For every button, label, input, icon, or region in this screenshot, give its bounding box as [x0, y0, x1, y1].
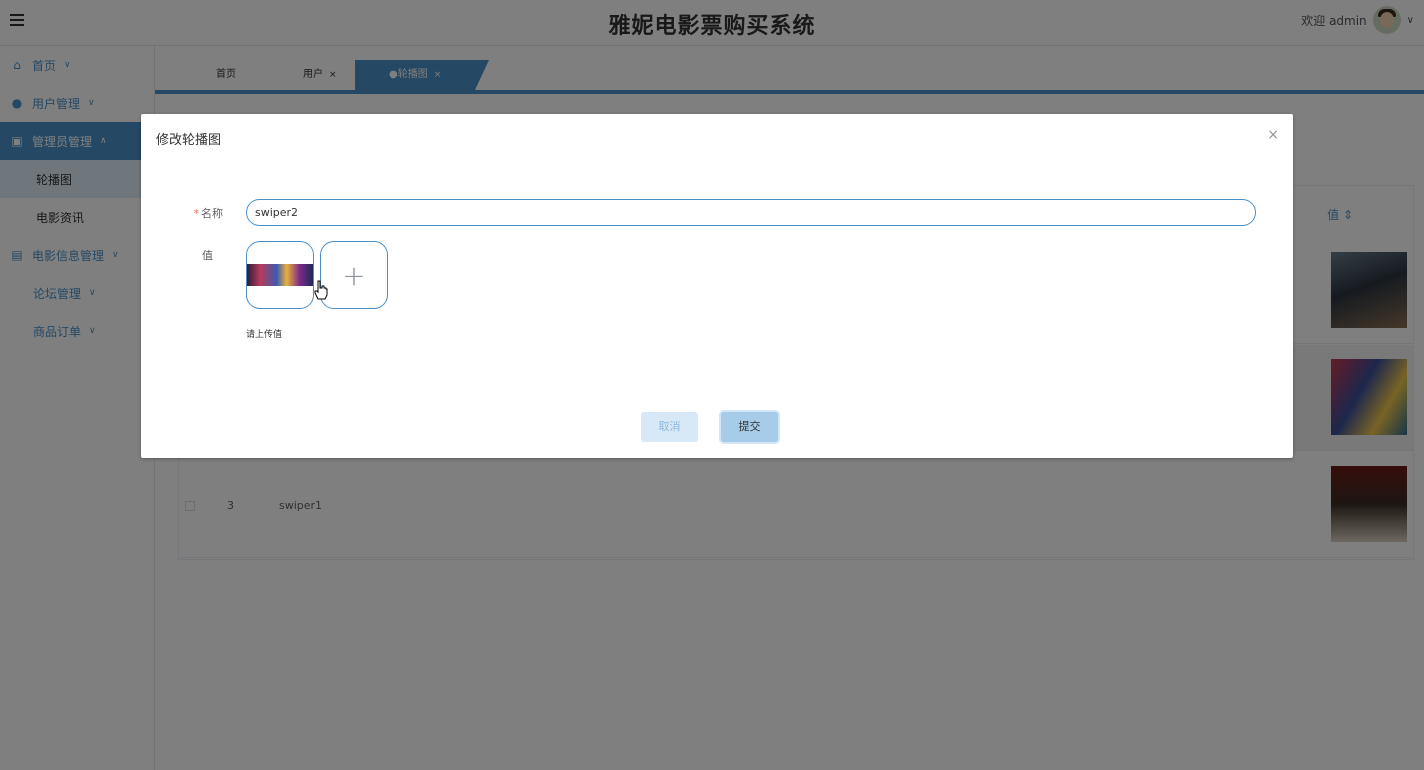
- upload-add-button[interactable]: +: [320, 241, 388, 309]
- name-input[interactable]: [246, 199, 1256, 226]
- dialog-title: 修改轮播图: [156, 133, 222, 148]
- close-icon[interactable]: ×: [1267, 128, 1279, 142]
- hand-cursor-icon: [314, 280, 328, 300]
- edit-carousel-dialog: 修改轮播图 × *名称 值 + 请上传值 取消 提交: [141, 114, 1293, 458]
- uploaded-image-thumbnail: [247, 264, 313, 286]
- uploaded-image-card[interactable]: [246, 241, 314, 309]
- cancel-button[interactable]: 取消: [641, 412, 698, 442]
- name-label-text: 名称: [201, 207, 223, 220]
- name-label: * 名称: [163, 205, 224, 221]
- required-mark: *: [193, 207, 200, 220]
- upload-hint: 请上传值: [246, 330, 283, 340]
- submit-button[interactable]: 提交: [721, 412, 778, 442]
- value-label: 值: [202, 249, 213, 262]
- plus-icon: +: [342, 258, 366, 292]
